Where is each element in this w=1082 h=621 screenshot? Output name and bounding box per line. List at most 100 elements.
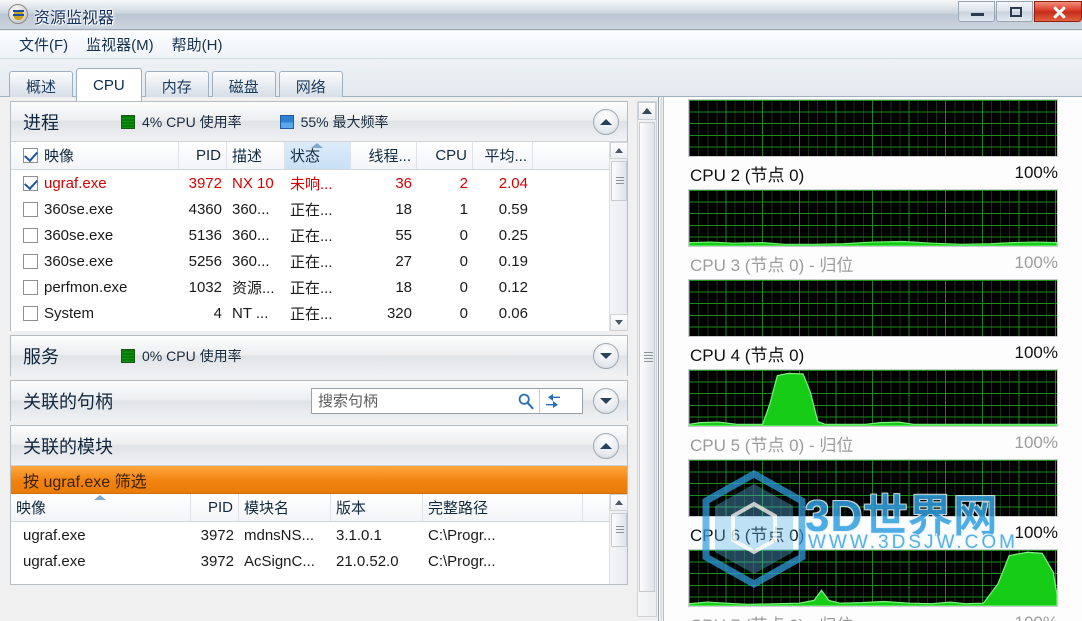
col-header-status[interactable]: 状态 (285, 142, 351, 169)
cpu-label-text: CPU 5 (节点 0) - 归位 (690, 435, 854, 455)
minimize-button[interactable] (958, 1, 995, 22)
cell-average: 0.06 (498, 304, 528, 322)
cpu-graph-block: CPU 5 (节点 0) - 归位 100% (664, 369, 1082, 459)
cpu-label-text: CPU 2 (节点 0) (690, 165, 805, 185)
col-header-pid[interactable]: PID (179, 142, 227, 169)
scroll-down-button[interactable] (610, 314, 628, 331)
cpu-graph-6 (688, 549, 1058, 607)
cpu-trace-6 (689, 550, 1057, 606)
modules-filter-bar[interactable]: 按 ugraf.exe 筛选 (11, 466, 627, 494)
tab-memory[interactable]: 内存 (144, 71, 209, 100)
left-pane-scrollbar[interactable] (637, 101, 657, 617)
scroll-up-button[interactable] (638, 102, 656, 120)
cpu-graph-block: CPU 6 (节点 0) 100% (664, 459, 1082, 549)
table-row[interactable]: ugraf.exe 3972 mdnsNS... 3.1.0.1 C:\Prog… (11, 522, 627, 548)
cpu-graph-label-5: CPU 5 (节点 0) - 归位 100% (664, 427, 1082, 459)
processes-grid: 映像 PID 描述 状态 线程... CPU 平均... ugraf.exe 3… (11, 142, 628, 331)
handles-expand-toggle[interactable] (593, 388, 619, 414)
max-frequency-swatch (279, 114, 294, 129)
left-pane: 进程 4% CPU 使用率 55% 最大频率 映像 PID 描述 状态 线程..… (0, 97, 636, 621)
cpu-label-value: 100% (1014, 343, 1058, 362)
chevron-up-icon (642, 108, 652, 114)
cpu-label-value: 100% (1014, 163, 1058, 182)
max-frequency-meter: 55% 最大频率 (279, 112, 389, 132)
scroll-up-button[interactable] (610, 494, 628, 511)
scrollbar-thumb[interactable] (611, 161, 627, 201)
handle-search-box[interactable] (311, 388, 583, 414)
pane-splitter[interactable] (658, 97, 662, 621)
table-row[interactable]: 360se.exe 4360 360... 正在... 18 1 0.59 (11, 196, 627, 222)
cell-threads: 55 (395, 226, 412, 244)
cpu-graph-5 (688, 459, 1058, 517)
cell-description: 360... (232, 252, 270, 270)
cell-module: AcSignC... (244, 552, 315, 570)
scroll-up-button[interactable] (610, 142, 628, 159)
cell-cpu: 2 (459, 174, 468, 192)
row-checkbox[interactable] (23, 305, 38, 321)
select-all-checkbox[interactable] (23, 148, 38, 163)
cpu-graphs-pane[interactable]: CPU 1 (节点 0) - 归位 100% CPU 2 (节点 0) 100% (663, 97, 1082, 621)
cell-status: 正在... (290, 253, 333, 271)
row-checkbox[interactable] (23, 227, 38, 243)
cell-image: 360se.exe (44, 226, 114, 244)
table-row[interactable]: ugraf.exe 3972 AcSignC... 21.0.52.0 C:\P… (11, 548, 627, 574)
chevron-up-icon (615, 148, 623, 153)
modules-collapse-toggle[interactable] (593, 433, 619, 459)
mcol-header-fullpath[interactable]: 完整路径 (423, 494, 583, 521)
cell-threads: 36 (395, 174, 412, 192)
cpu-graph-block: CPU 4 (节点 0) 100% (664, 279, 1082, 369)
restore-button[interactable] (996, 1, 1033, 22)
col-header-description[interactable]: 描述 (227, 142, 285, 169)
cell-image: 360se.exe (44, 252, 114, 270)
col-header-threads[interactable]: 线程... (351, 142, 417, 169)
processes-collapse-toggle[interactable] (593, 109, 619, 135)
tab-disk[interactable]: 磁盘 (211, 71, 276, 100)
processes-header[interactable]: 进程 4% CPU 使用率 55% 最大频率 (11, 102, 627, 142)
tab-cpu[interactable]: CPU (76, 68, 142, 101)
services-header[interactable]: 服务 0% CPU 使用率 (11, 336, 627, 376)
services-cpu-swatch (121, 349, 135, 363)
row-checkbox[interactable] (23, 253, 38, 269)
col-header-image[interactable]: 映像 (11, 142, 179, 169)
col-header-average[interactable]: 平均... (473, 142, 533, 169)
cell-status: 正在... (290, 227, 333, 245)
refresh-icon[interactable] (539, 389, 565, 413)
processes-scrollbar[interactable] (609, 142, 628, 331)
tab-overview[interactable]: 概述 (9, 71, 74, 100)
cell-cpu: 0 (459, 226, 468, 244)
table-row[interactable]: 360se.exe 5136 360... 正在... 55 0 0.25 (11, 222, 627, 248)
cell-image: ugraf.exe (23, 552, 86, 570)
services-expand-toggle[interactable] (593, 343, 619, 369)
tab-network[interactable]: 网络 (278, 71, 343, 100)
scrollbar-thumb[interactable] (639, 122, 655, 592)
scrollbar-thumb[interactable] (611, 513, 627, 547)
menu-item-help[interactable]: 帮助(H) (163, 31, 232, 58)
search-icon[interactable] (513, 389, 539, 413)
close-button[interactable] (1034, 1, 1082, 22)
modules-scrollbar[interactable] (609, 494, 628, 584)
mcol-header-image[interactable]: 映像 (11, 494, 191, 521)
table-row[interactable]: perfmon.exe 1032 资源... 正在... 18 0 0.12 (11, 274, 627, 300)
window-controls (958, 0, 1082, 25)
modules-title: 关联的模块 (23, 436, 113, 457)
cell-average: 0.19 (498, 252, 528, 270)
row-checkbox[interactable] (23, 279, 38, 295)
row-checkbox[interactable] (23, 201, 38, 217)
menu-item-monitor[interactable]: 监视器(M) (77, 31, 163, 58)
cell-image: 360se.exe (44, 200, 114, 218)
table-row[interactable]: 360se.exe 5256 360... 正在... 27 0 0.19 (11, 248, 627, 274)
mcol-header-pid[interactable]: PID (191, 494, 239, 521)
mcol-header-version[interactable]: 版本 (331, 494, 423, 521)
table-row[interactable]: System 4 NT ... 正在... 320 0 0.06 (11, 300, 627, 326)
row-checkbox[interactable] (23, 175, 38, 191)
table-row[interactable]: ugraf.exe 3972 NX 10 未响... 36 2 2.04 (11, 170, 627, 196)
cell-pid: 3972 (188, 174, 222, 192)
cell-image: perfmon.exe (44, 278, 128, 296)
mcol-header-module[interactable]: 模块名 (239, 494, 331, 521)
modules-header[interactable]: 关联的模块 (11, 426, 627, 466)
menu-item-file[interactable]: 文件(F) (10, 31, 77, 58)
col-header-cpu[interactable]: CPU (417, 142, 473, 169)
handles-header[interactable]: 关联的句柄 (11, 381, 627, 421)
search-input[interactable] (318, 392, 513, 410)
cell-description: NT ... (232, 304, 269, 322)
